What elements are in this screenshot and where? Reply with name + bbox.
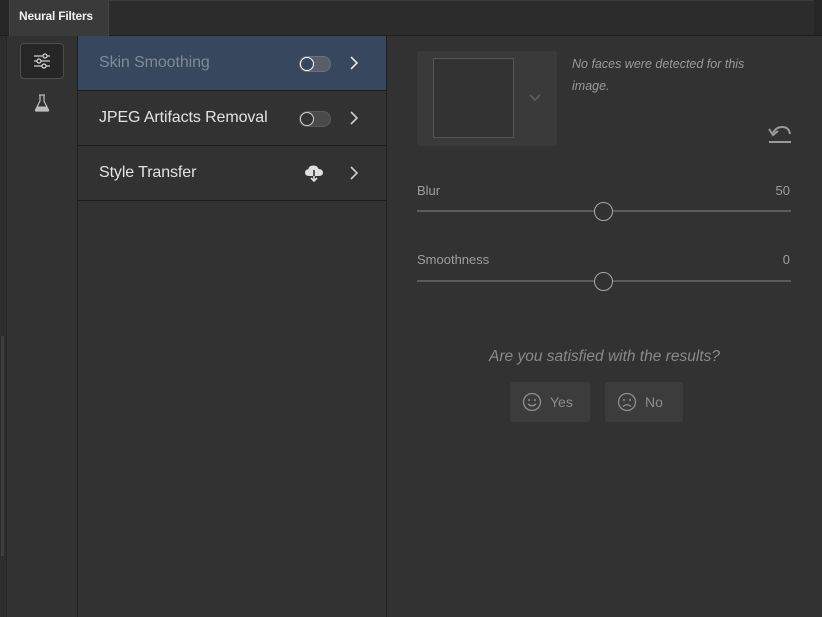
jpeg-artifacts-toggle[interactable]	[299, 111, 331, 127]
cloud-download-icon[interactable]	[304, 164, 324, 182]
filter-list: Skin Smoothing JPEG Artifacts Removal St…	[78, 36, 387, 617]
smoothness-label: Smoothness	[417, 252, 490, 267]
filter-label: Skin Smoothing	[99, 54, 210, 71]
smile-icon	[522, 392, 542, 412]
no-label: No	[645, 394, 663, 410]
yes-label: Yes	[550, 394, 573, 410]
toggle-knob	[300, 57, 314, 71]
sliders-icon	[34, 53, 50, 69]
flask-icon	[34, 94, 50, 112]
all-filters-button[interactable]	[20, 43, 64, 79]
feedback-question: Are you satisfied with the results?	[489, 348, 720, 365]
face-selector[interactable]	[417, 51, 557, 146]
no-faces-message: No faces were detected for this image.	[572, 57, 745, 93]
chevron-right-icon[interactable]	[348, 165, 360, 181]
skin-smoothing-toggle[interactable]	[299, 56, 331, 72]
smoothness-value[interactable]: 0	[783, 252, 790, 267]
filter-label: Style Transfer	[99, 164, 197, 181]
neural-filters-window: Neural Filters Skin Smoothing JPEG Artif…	[0, 0, 822, 617]
blur-slider-thumb[interactable]	[594, 202, 613, 221]
blur-label: Blur	[417, 183, 441, 198]
filter-item-style-transfer[interactable]: Style Transfer	[78, 146, 386, 201]
tab-strip-empty	[109, 0, 814, 35]
reset-icon[interactable]	[767, 124, 793, 146]
left-edge-scrollbar[interactable]	[0, 36, 7, 617]
frown-icon	[617, 392, 637, 412]
chevron-right-icon[interactable]	[348, 110, 360, 126]
feedback-no-button[interactable]: No	[605, 382, 683, 422]
scrollbar-thumb[interactable]	[1, 336, 4, 556]
face-thumbnail	[433, 58, 514, 138]
smoothness-slider-thumb[interactable]	[594, 272, 613, 291]
feedback-yes-button[interactable]: Yes	[510, 382, 590, 422]
chevron-down-icon[interactable]	[527, 89, 543, 105]
filter-label: JPEG Artifacts Removal	[99, 109, 268, 126]
filter-item-jpeg-artifacts-removal[interactable]: JPEG Artifacts Removal	[78, 91, 386, 146]
blur-value[interactable]: 50	[776, 183, 790, 198]
filter-settings-panel: No faces were detected for this image. B…	[387, 36, 822, 617]
tab-strip: Neural Filters	[0, 0, 822, 36]
mode-sidebar	[8, 36, 78, 617]
tab-neural-filters[interactable]: Neural Filters	[9, 0, 109, 36]
beta-filters-button[interactable]	[20, 86, 64, 120]
filter-item-skin-smoothing[interactable]: Skin Smoothing	[78, 36, 386, 91]
chevron-right-icon[interactable]	[348, 55, 360, 71]
toggle-knob	[300, 112, 314, 126]
